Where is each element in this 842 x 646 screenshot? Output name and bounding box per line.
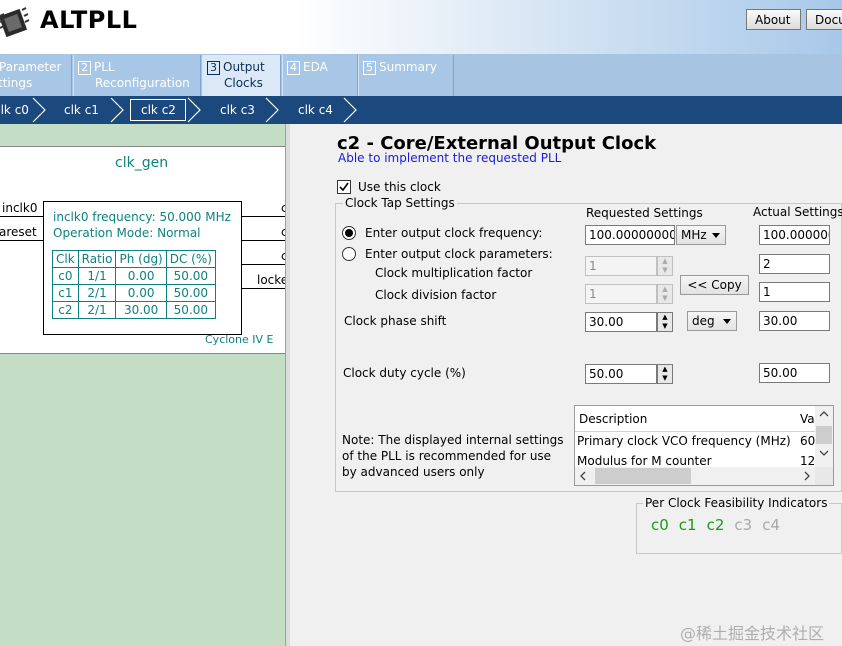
input-pin-inclk0: inclk0 — [2, 201, 38, 215]
input-frequency-info: inclk0 frequency: 50.000 MHz — [53, 210, 231, 224]
vertical-scrollbar[interactable] — [815, 406, 833, 467]
table-header: Ph (dg) — [115, 250, 167, 268]
clock-nav-c4[interactable]: clk c4 — [298, 96, 333, 124]
list-item-description: Modulus for M counter — [577, 454, 712, 467]
about-button[interactable]: About — [746, 9, 801, 30]
chevron-down-icon — [712, 233, 720, 238]
tab-summary[interactable]: 5 Summary — [358, 55, 454, 96]
description-column-header: Description — [579, 412, 648, 426]
advanced-settings-note: Note: The displayed internal settings of… — [342, 433, 564, 479]
duty-cycle-spinner[interactable]: ▲ ▼ — [657, 364, 673, 384]
chevron-up-icon — [819, 411, 829, 417]
feasibility-indicator-c1: c1 — [678, 516, 697, 534]
list-item-value: 60 — [800, 434, 816, 448]
frequency-mode-radio[interactable] — [342, 226, 356, 240]
block-name: clk_gen — [115, 155, 169, 171]
division-factor-label: Clock division factor — [375, 288, 497, 302]
multiplication-spinner[interactable]: ▲ ▼ — [657, 256, 673, 276]
use-clock-checkbox[interactable] — [337, 180, 351, 194]
table-header: Ratio — [77, 250, 117, 268]
status-message: Able to implement the requested PLL — [338, 151, 562, 165]
internal-settings-list[interactable]: Description Va Primary clock VCO frequen… — [574, 405, 834, 486]
multiplication-factor-input[interactable]: 1 — [585, 256, 657, 276]
table-row: c2 2/1 30.00 50.00 — [52, 301, 216, 319]
chevron-right-icon — [804, 471, 810, 481]
multiplication-factor-label: Clock multiplication factor — [375, 266, 533, 280]
table-row: c0 1/1 0.00 50.00 — [52, 267, 216, 285]
division-spinner[interactable]: ▲ ▼ — [657, 284, 673, 304]
feasibility-indicator-c0: c0 — [651, 516, 669, 534]
watermark: @稀土掘金技术社区 — [680, 624, 825, 643]
phase-unit-select[interactable]: deg — [687, 311, 737, 331]
tab-label: EDA — [303, 60, 328, 74]
tab-label: Summary — [379, 60, 437, 74]
chevron-left-icon — [580, 471, 586, 481]
tab-label: Settings — [0, 76, 33, 90]
actual-frequency-field: 100.000000 — [759, 225, 830, 245]
duty-cycle-input[interactable]: 50.00 — [585, 364, 657, 384]
actual-settings-header: Actual Settings — [753, 205, 842, 219]
phase-unit-value: deg — [692, 314, 715, 328]
actual-division-field: 1 — [759, 282, 830, 302]
tab-label: Clocks — [224, 76, 263, 90]
use-clock-label: Use this clock — [358, 180, 441, 194]
actual-phase-shift-field: 30.00 — [759, 311, 830, 331]
actual-duty-cycle-field: 50.00 — [759, 363, 830, 383]
group-label: Per Clock Feasibility Indicators — [643, 496, 830, 510]
tab-output-clocks[interactable]: 3 Output Clocks — [202, 55, 281, 97]
clock-nav-c1[interactable]: clk c1 — [64, 96, 99, 124]
tab-eda[interactable]: 4 EDA — [282, 55, 358, 96]
feasibility-indicator-c2: c2 — [706, 516, 725, 534]
clock-nav-c2[interactable]: clk c2 — [130, 99, 186, 121]
tab-label: Reconfiguration — [95, 76, 190, 90]
pin-line — [0, 240, 43, 241]
list-item-description: Primary clock VCO frequency (MHz) — [577, 434, 791, 448]
scrollbar-thumb[interactable] — [816, 426, 832, 444]
table-header: Clk — [52, 250, 79, 268]
tab-label: PLL — [94, 60, 115, 74]
division-factor-input[interactable]: 1 — [585, 284, 657, 304]
clock-nav-c0[interactable]: clk c0 — [0, 96, 29, 124]
feasibility-indicator-list: c0 c1 c2 c3 c4 — [651, 516, 780, 534]
table-header: DC (%) — [165, 250, 216, 268]
operation-mode-info: Operation Mode: Normal — [53, 226, 201, 240]
scrollbar-thumb[interactable] — [595, 468, 691, 484]
table-row: c1 2/1 0.00 50.00 — [52, 284, 216, 302]
feasibility-indicator-c3: c3 — [734, 516, 753, 534]
input-pin-areset: areset — [0, 225, 37, 239]
actual-multiplication-field: 2 — [759, 254, 830, 274]
group-label: Clock Tap Settings — [343, 196, 457, 210]
horizontal-scrollbar[interactable] — [575, 467, 815, 485]
frequency-mode-label: Enter output clock frequency: — [365, 226, 543, 240]
frequency-unit-value: MHz — [681, 228, 707, 242]
tab-label: Output — [223, 60, 265, 74]
parameters-mode-label: Enter output clock parameters: — [365, 247, 553, 261]
feasibility-indicator-c4: c4 — [762, 516, 780, 534]
documentation-button[interactable]: Docu — [806, 9, 842, 30]
clock-nav-c3[interactable]: clk c3 — [220, 96, 255, 124]
altera-chip-logo-icon — [0, 4, 30, 40]
tab-parameter-settings[interactable]: 1Parameter Settings — [0, 55, 72, 96]
phase-shift-spinner[interactable]: ▲ ▼ — [657, 312, 673, 332]
checkmark-icon — [339, 182, 349, 192]
value-column-header: Va — [800, 412, 815, 426]
chevron-down-icon — [819, 450, 829, 456]
pin-line — [0, 216, 43, 217]
frequency-unit-select[interactable]: MHz — [676, 225, 726, 245]
tab-pll-reconfiguration[interactable]: 2 PLL Reconfiguration — [73, 55, 201, 96]
device-family: Cyclone IV E — [205, 333, 274, 346]
tab-label: Parameter — [0, 60, 62, 74]
requested-settings-header: Requested Settings — [586, 206, 703, 220]
parameters-mode-radio[interactable] — [342, 247, 356, 261]
duty-cycle-label: Clock duty cycle (%) — [343, 366, 466, 380]
list-item-value: 12 — [800, 454, 816, 467]
clock-summary-table: Clk Ratio Ph (dg) DC (%) c0 1/1 0.00 50.00 … — [52, 250, 216, 319]
phase-shift-label: Clock phase shift — [344, 314, 447, 328]
phase-shift-input[interactable]: 30.00 — [585, 312, 657, 332]
copy-button[interactable]: << Copy — [680, 275, 749, 295]
app-title: ALTPLL — [40, 6, 138, 34]
requested-frequency-input[interactable]: 100.00000000 — [585, 225, 675, 245]
chevron-down-icon — [723, 319, 731, 324]
